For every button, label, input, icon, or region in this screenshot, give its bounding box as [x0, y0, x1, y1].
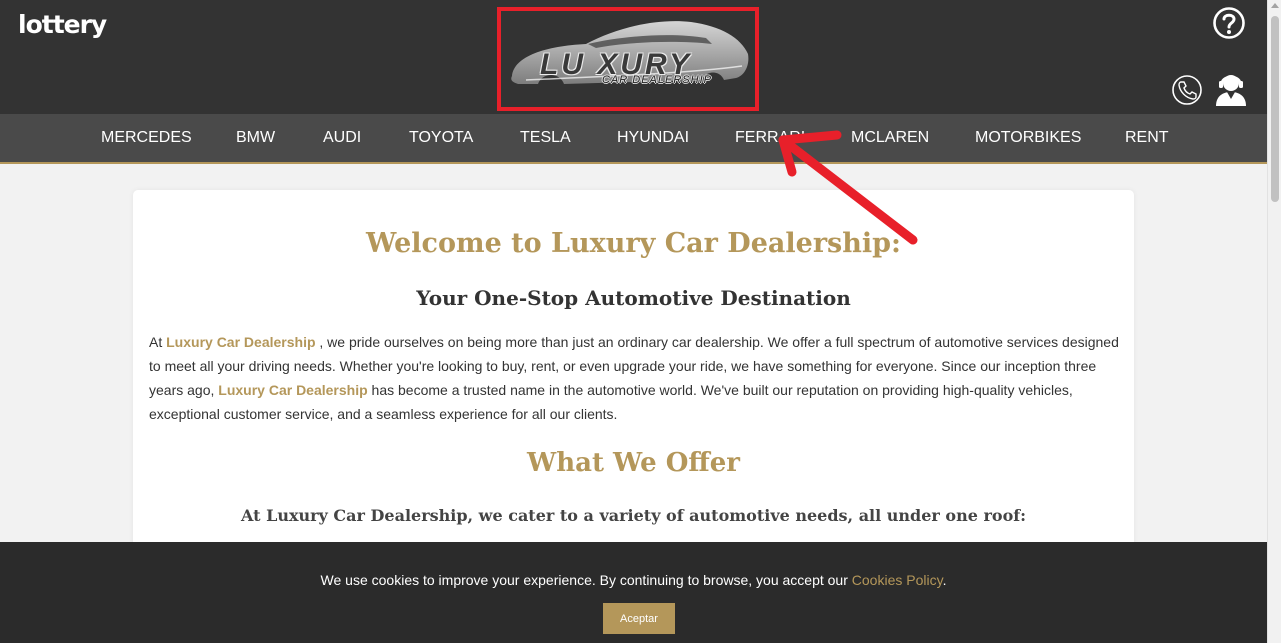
support-agent-icon[interactable]: [1213, 72, 1249, 106]
cookie-period: .: [942, 572, 947, 588]
accept-cookies-button[interactable]: Aceptar: [603, 603, 675, 634]
nav-item-audi[interactable]: AUDI: [323, 129, 361, 147]
lottery-brand-link[interactable]: lottery: [18, 10, 107, 39]
nav-item-mercedes[interactable]: MERCEDES: [101, 129, 192, 147]
cookies-policy-link[interactable]: Cookies Policy: [852, 572, 943, 588]
intro-paragraph: At Luxury Car Dealership , we pride ours…: [149, 330, 1119, 426]
nav-item-mclaren[interactable]: MCLAREN: [851, 129, 929, 147]
what-we-offer-heading: What We Offer: [527, 448, 740, 478]
nav-item-toyota[interactable]: TOYOTA: [409, 129, 473, 147]
dealership-highlight: Luxury Car Dealership: [218, 382, 368, 398]
para-text-1: At: [149, 334, 167, 350]
cater-subheading: At Luxury Car Dealership, we cater to a …: [240, 506, 1027, 525]
welcome-content-card: Welcome to Luxury Car Dealership: Your O…: [133, 190, 1134, 590]
annotation-highlight-box: [497, 7, 759, 111]
scrollbar-thumb[interactable]: [1271, 16, 1279, 202]
nav-item-rent[interactable]: RENT: [1125, 129, 1169, 147]
phone-icon[interactable]: [1171, 74, 1203, 106]
cookie-message: We use cookies to improve your experienc…: [0, 572, 1267, 588]
dealership-highlight: Luxury Car Dealership: [166, 334, 316, 350]
nav-item-hyundai[interactable]: HYUNDAI: [617, 129, 689, 147]
nav-item-bmw[interactable]: BMW: [236, 129, 275, 147]
page-scrollbar[interactable]: [1267, 0, 1281, 643]
nav-item-tesla[interactable]: TESLA: [520, 129, 571, 147]
help-circle-icon[interactable]: [1212, 6, 1246, 40]
brand-navigation-bar: MERCEDES BMW AUDI TOYOTA TESLA HYUNDAI F…: [0, 114, 1267, 164]
subtitle-heading: Your One-Stop Automotive Destination: [416, 286, 851, 310]
cookie-consent-banner: We use cookies to improve your experienc…: [0, 542, 1267, 643]
nav-item-motorbikes[interactable]: MOTORBIKES: [975, 129, 1081, 147]
scroll-up-arrow-icon[interactable]: [1271, 3, 1279, 8]
nav-item-ferrari[interactable]: FERRARI: [735, 129, 805, 147]
welcome-heading: Welcome to Luxury Car Dealership:: [366, 228, 901, 259]
cookie-text: We use cookies to improve your experienc…: [320, 572, 852, 588]
